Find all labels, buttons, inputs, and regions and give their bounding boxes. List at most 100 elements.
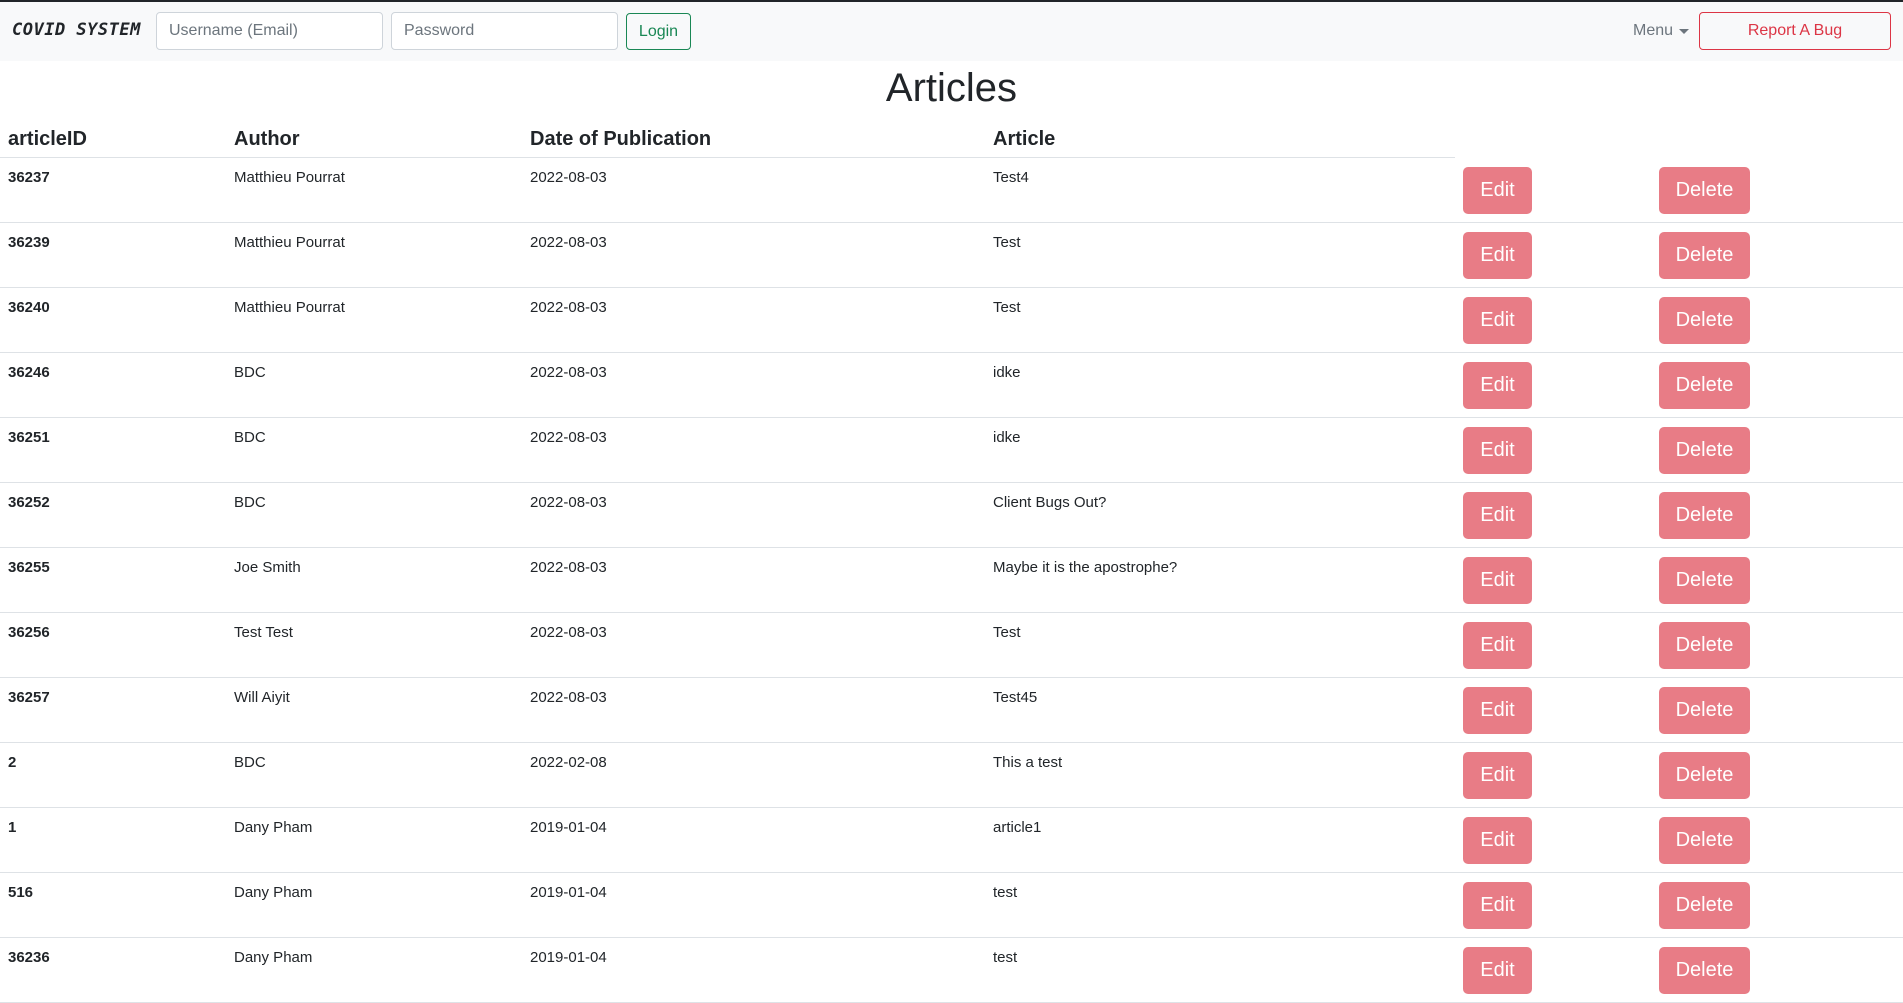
navbar: COVID SYSTEM Login Menu Report A Bug [0,2,1903,61]
table-row: 36246 BDC 2022-08-03 idke Edit Delete [0,353,1903,418]
username-input[interactable] [156,12,383,50]
delete-button[interactable]: Delete [1659,687,1750,734]
article-id-cell: 516 [8,884,34,901]
article-id-cell: 36240 [8,299,50,316]
author-cell: BDC [234,754,266,771]
article-id-cell: 36256 [8,624,50,641]
delete-button[interactable]: Delete [1659,752,1750,799]
login-button[interactable]: Login [626,13,691,50]
table-row: 36252 BDC 2022-08-03 Client Bugs Out? Edit De… [0,483,1903,548]
edit-button[interactable]: Edit [1463,232,1532,279]
column-header-article: Article [993,128,1056,150]
date-cell: 2022-02-08 [530,754,607,771]
table-row: 36257 Will Aiyit 2022-08-03 Test45 Edit Delet… [0,678,1903,743]
edit-button[interactable]: Edit [1463,492,1532,539]
table-row: 2 BDC 2022-02-08 This a test Edit Delete [0,743,1903,808]
delete-button[interactable]: Delete [1659,817,1750,864]
article-cell: Client Bugs Out? [993,494,1107,511]
author-cell: BDC [234,364,266,381]
author-cell: Will Aiyit [234,689,290,706]
table-row: 36236 Dany Pham 2019-01-04 test Edit Delete [0,938,1903,1003]
article-cell: Test4 [993,169,1029,186]
author-cell: Matthieu Pourrat [234,234,345,251]
article-id-cell: 36257 [8,689,50,706]
column-header-article-id: articleID [8,128,87,150]
table-row: 36256 Test Test 2022-08-03 Test Edit Delete [0,613,1903,678]
author-cell: BDC [234,429,266,446]
date-cell: 2022-08-03 [530,559,607,576]
article-cell: Test [993,234,1021,251]
delete-button[interactable]: Delete [1659,557,1750,604]
article-id-cell: 36239 [8,234,50,251]
date-cell: 2022-08-03 [530,299,607,316]
caret-down-icon [1679,29,1690,34]
date-cell: 2022-08-03 [530,494,607,511]
article-cell: Test [993,624,1021,641]
menu-dropdown[interactable]: Menu [1633,22,1690,40]
password-input[interactable] [391,12,618,50]
menu-label: Menu [1633,22,1674,39]
article-cell: This a test [993,754,1063,771]
edit-button[interactable]: Edit [1463,167,1532,214]
table-row: 516 Dany Pham 2019-01-04 test Edit Delete [0,873,1903,938]
delete-button[interactable]: Delete [1659,167,1750,214]
report-bug-button[interactable]: Report A Bug [1699,12,1891,50]
table-row: 36237 Matthieu Pourrat 2022-08-03 Test4 Edit… [0,158,1903,223]
delete-button[interactable]: Delete [1659,427,1750,474]
article-id-cell: 36252 [8,494,50,511]
author-cell: Dany Pham [234,884,313,901]
article-id-cell: 36251 [8,429,50,446]
article-id-cell: 2 [8,754,17,771]
delete-button[interactable]: Delete [1659,492,1750,539]
date-cell: 2022-08-03 [530,689,607,706]
column-header-date: Date of Publication [530,128,712,150]
edit-button[interactable]: Edit [1463,297,1532,344]
table-row: 36239 Matthieu Pourrat 2022-08-03 Test Edit D… [0,223,1903,288]
date-cell: 2022-08-03 [530,624,607,641]
edit-button[interactable]: Edit [1463,687,1532,734]
edit-button[interactable]: Edit [1463,557,1532,604]
author-cell: Matthieu Pourrat [234,299,345,316]
article-id-cell: 36246 [8,364,50,381]
table-row: 36240 Matthieu Pourrat 2022-08-03 Test Edit D… [0,288,1903,353]
date-cell: 2022-08-03 [530,234,607,251]
delete-button[interactable]: Delete [1659,622,1750,669]
date-cell: 2019-01-04 [530,819,607,836]
article-cell: Maybe it is the apostrophe? [993,559,1178,576]
article-id-cell: 36237 [8,169,50,186]
article-cell: article1 [993,819,1042,836]
delete-button[interactable]: Delete [1659,232,1750,279]
author-cell: Test Test [234,624,293,641]
edit-button[interactable]: Edit [1463,947,1532,994]
article-id-cell: 36255 [8,559,50,576]
edit-button[interactable]: Edit [1463,362,1532,409]
delete-button[interactable]: Delete [1659,882,1750,929]
delete-button[interactable]: Delete [1659,947,1750,994]
article-cell: idke [993,364,1021,381]
author-cell: Joe Smith [234,559,301,576]
column-header-author: Author [234,128,300,150]
date-cell: 2022-08-03 [530,169,607,186]
date-cell: 2019-01-04 [530,884,607,901]
date-cell: 2022-08-03 [530,429,607,446]
table-row: 1 Dany Pham 2019-01-04 article1 Edit Delete [0,808,1903,873]
table-row: 36251 BDC 2022-08-03 idke Edit Delete [0,418,1903,483]
brand-logo[interactable]: COVID SYSTEM [12,20,141,40]
edit-button[interactable]: Edit [1463,622,1532,669]
articles-table-body: 36237 Matthieu Pourrat 2022-08-03 Test4 Edit… [0,158,1903,1003]
edit-button[interactable]: Edit [1463,882,1532,929]
edit-button[interactable]: Edit [1463,427,1532,474]
article-cell: idke [993,429,1021,446]
article-cell: test [993,884,1018,901]
article-id-cell: 1 [8,819,17,836]
article-cell: Test45 [993,689,1038,706]
delete-button[interactable]: Delete [1659,297,1750,344]
author-cell: Dany Pham [234,819,313,836]
author-cell: BDC [234,494,266,511]
edit-button[interactable]: Edit [1463,817,1532,864]
delete-button[interactable]: Delete [1659,362,1750,409]
page-title: Articles [885,66,1018,110]
article-cell: Test [993,299,1021,316]
edit-button[interactable]: Edit [1463,752,1532,799]
author-cell: Matthieu Pourrat [234,169,345,186]
